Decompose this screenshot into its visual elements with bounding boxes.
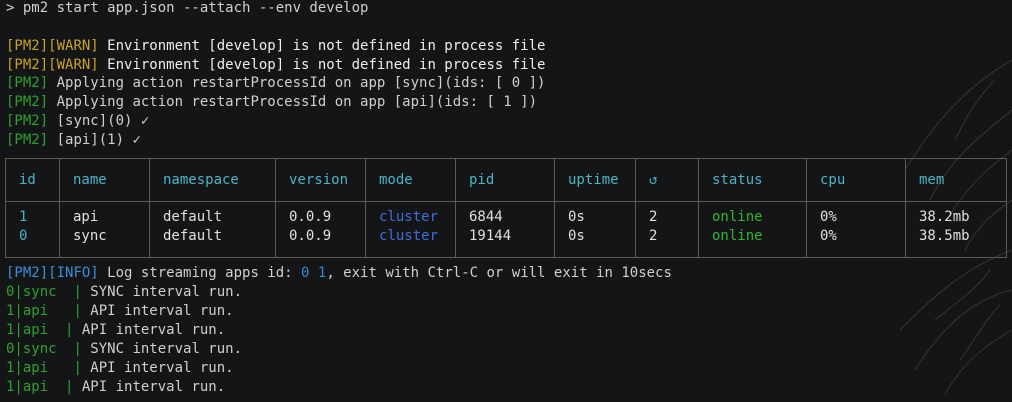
action-line: [PM2] [api](1) ✓: [6, 131, 141, 150]
log-line: 0|sync | SYNC interval run.: [6, 340, 242, 359]
warning-line: [PM2][WARN] Environment [develop] is not…: [6, 37, 545, 56]
table-cell: 38.2mb: [919, 209, 970, 225]
column-mode: mode cluster cluster: [366, 159, 456, 257]
pm2-tag: [PM2]: [6, 57, 49, 73]
table-cell: 0s: [568, 228, 585, 244]
restart-icon: ↺: [649, 172, 658, 188]
log-text: API interval run.: [81, 322, 226, 338]
column-header: id: [19, 172, 36, 188]
log-prefix: 1|api: [6, 360, 74, 376]
log-prefix: 1|api: [6, 379, 66, 395]
column-status: status online online: [699, 159, 807, 257]
table-cell: 19144: [469, 228, 512, 244]
log-line: 1|api | API interval run.: [6, 378, 225, 397]
table-cell: 38.5mb: [919, 228, 970, 244]
column-header: mode: [379, 172, 413, 188]
pm2-tag: [PM2]: [6, 132, 49, 148]
pm2-tag: [PM2]: [6, 113, 49, 129]
pm2-tag: [PM2]: [6, 75, 49, 91]
log-text: API interval run.: [90, 360, 234, 376]
action-text: Applying action restartProcessId on app …: [48, 75, 546, 91]
column-header: pid: [469, 172, 495, 188]
log-prefix: 1|api: [6, 322, 66, 338]
log-line: 0|sync | SYNC interval run.: [6, 283, 242, 302]
action-text: [sync](0) ✓: [48, 113, 150, 129]
table-cell: 0%: [820, 209, 837, 225]
table-cell: api: [73, 209, 99, 225]
log-separator: |: [65, 322, 82, 338]
info-ids: 0 1: [301, 265, 327, 281]
column-mem: mem 38.2mb 38.5mb: [906, 159, 1006, 257]
table-cell: 2: [649, 228, 658, 244]
warning-text: Environment [develop] is not defined in …: [98, 38, 546, 54]
pm2-tag: [PM2]: [6, 38, 49, 54]
table-cell: default: [163, 209, 223, 225]
status-badge: online: [712, 209, 763, 225]
column-namespace: namespace default default: [150, 159, 276, 257]
log-separator: |: [73, 284, 91, 300]
warn-tag: [WARN]: [48, 57, 99, 73]
action-line: [PM2] Applying action restartProcessId o…: [6, 93, 537, 112]
table-cell: 2: [649, 209, 658, 225]
info-text: Log streaming apps id:: [98, 265, 302, 281]
pm2-tag: [PM2]: [6, 94, 49, 110]
warn-tag: [WARN]: [48, 38, 99, 54]
info-line: [PM2][INFO] Log streaming apps id: 0 1, …: [6, 264, 672, 283]
column-header: status: [712, 172, 763, 188]
table-cell: 0.0.9: [289, 228, 332, 244]
warning-line: [PM2][WARN] Environment [develop] is not…: [6, 56, 545, 75]
table-cell: 0%: [820, 228, 837, 244]
column-uptime: uptime 0s 0s: [555, 159, 636, 257]
column-header: namespace: [163, 172, 239, 188]
column-header: mem: [919, 172, 945, 188]
process-table: id 1 0 name api sync namespace default d…: [5, 158, 1007, 258]
table-cell: default: [163, 228, 223, 244]
action-line: [PM2] [sync](0) ✓: [6, 112, 149, 131]
table-cell: 6844: [469, 209, 503, 225]
table-columns: id 1 0 name api sync namespace default d…: [6, 159, 1006, 257]
log-prefix: 0|sync: [6, 284, 74, 300]
pm2-tag: [PM2]: [6, 265, 49, 281]
log-text: API interval run.: [81, 379, 226, 395]
log-prefix: 1|api: [6, 303, 74, 319]
log-separator: |: [73, 360, 91, 376]
log-text: SYNC interval run.: [90, 284, 243, 300]
table-cell: cluster: [379, 209, 439, 225]
column-header: name: [73, 172, 107, 188]
info-text: , exit with Ctrl-C or will exit in 10sec…: [326, 265, 672, 281]
table-cell: cluster: [379, 228, 439, 244]
column-header: cpu: [820, 172, 846, 188]
column-cpu: cpu 0% 0%: [807, 159, 906, 257]
warning-text: Environment [develop] is not defined in …: [98, 57, 546, 73]
column-pid: pid 6844 19144: [456, 159, 555, 257]
log-text: SYNC interval run.: [90, 341, 243, 357]
column-header: version: [289, 172, 349, 188]
info-tag: [INFO]: [48, 265, 99, 281]
log-separator: |: [65, 379, 82, 395]
log-line: 1|api | API interval run.: [6, 321, 225, 340]
column-name: name api sync: [60, 159, 150, 257]
log-separator: |: [73, 303, 91, 319]
column-header: uptime: [568, 172, 619, 188]
column-restarts: ↺ 2 2: [636, 159, 699, 257]
command-line: > pm2 start app.json --attach --env deve…: [6, 0, 369, 16]
column-version: version 0.0.9 0.0.9: [276, 159, 366, 257]
table-cell: 1: [19, 209, 28, 225]
log-prefix: 0|sync: [6, 341, 74, 357]
table-cell: 0: [19, 228, 28, 244]
status-badge: online: [712, 228, 763, 244]
column-id: id 1 0: [6, 159, 60, 257]
action-text: [api](1) ✓: [48, 132, 141, 148]
action-text: Applying action restartProcessId on app …: [48, 94, 538, 110]
table-cell: 0.0.9: [289, 209, 332, 225]
log-separator: |: [73, 341, 91, 357]
action-line: [PM2] Applying action restartProcessId o…: [6, 74, 545, 93]
table-cell: 0s: [568, 209, 585, 225]
log-text: API interval run.: [90, 303, 234, 319]
log-line: 1|api | API interval run.: [6, 302, 234, 321]
table-cell: sync: [73, 228, 107, 244]
log-line: 1|api | API interval run.: [6, 359, 234, 378]
